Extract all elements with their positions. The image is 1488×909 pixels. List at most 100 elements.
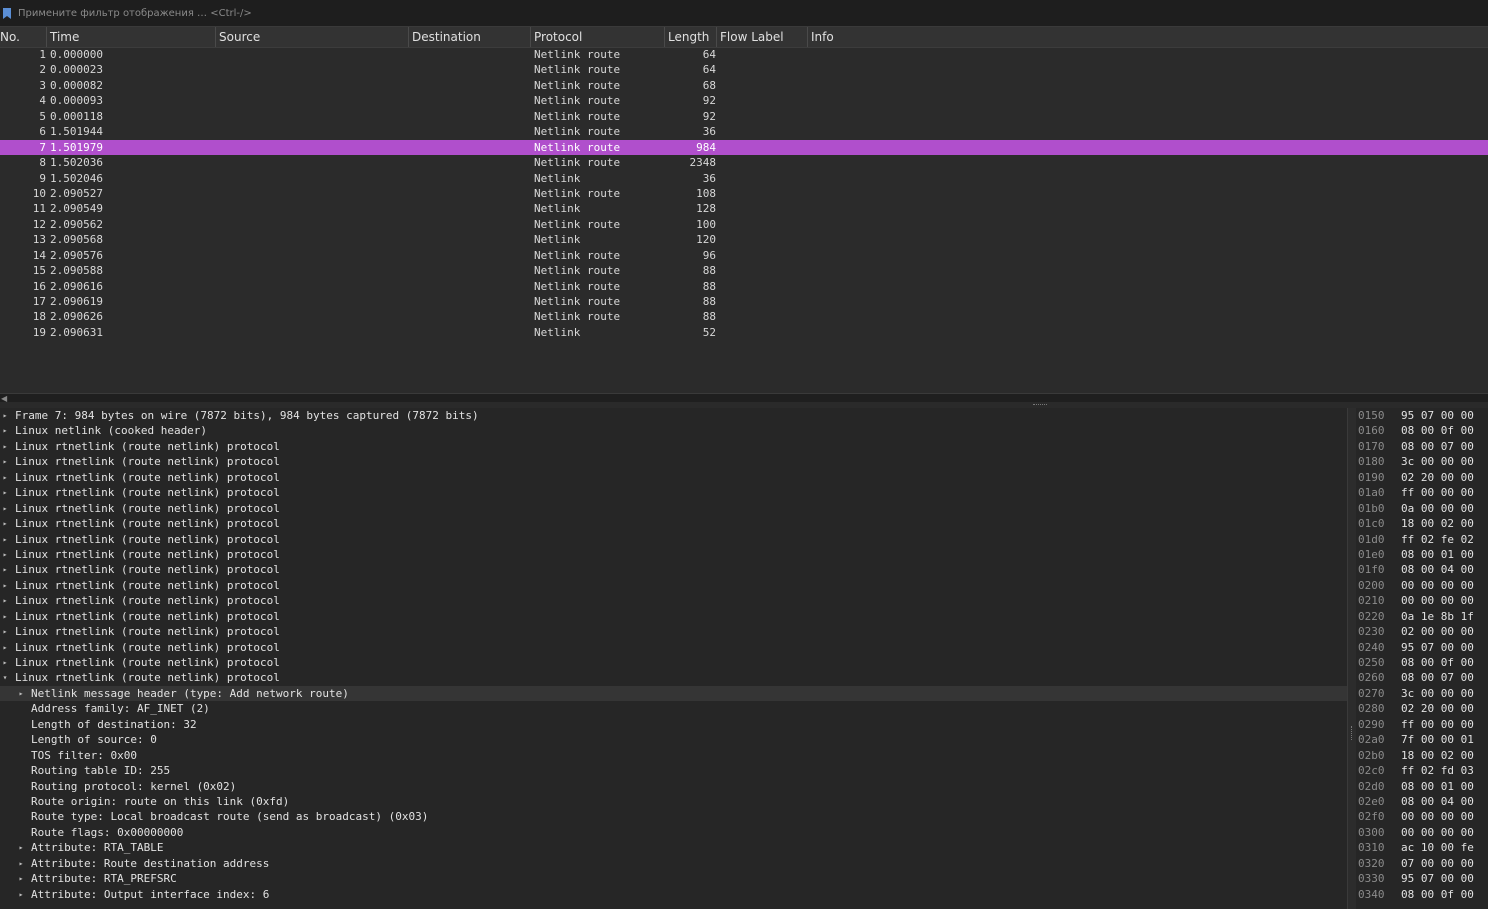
packet-row[interactable]: 2 0.000023 Netlink route 64 (0, 62, 1488, 77)
tree-item[interactable]: Route type: Local broadcast route (send … (0, 809, 1347, 824)
tree-item[interactable]: ▸ Linux rtnetlink (route netlink) protoco… (0, 501, 1347, 516)
packet-row[interactable]: 16 2.090616 Netlink route 88 (0, 279, 1488, 294)
tree-item[interactable]: ▸ Linux rtnetlink (route netlink) protoco… (0, 562, 1347, 577)
hex-bytes[interactable]: 00 00 00 00 (1401, 825, 1474, 841)
packet-row[interactable]: 15 2.090588 Netlink route 88 (0, 263, 1488, 278)
caret-right-icon[interactable]: ▸ (0, 485, 10, 501)
hex-bytes[interactable]: 95 07 00 00 (1401, 408, 1474, 424)
caret-right-icon[interactable]: ▸ (0, 501, 10, 517)
packet-row[interactable]: 10 2.090527 Netlink route 108 (0, 186, 1488, 201)
tree-item[interactable]: Route origin: route on this link (0xfd) (0, 794, 1347, 809)
tree-item[interactable]: ▸ Linux rtnetlink (route netlink) protoco… (0, 516, 1347, 531)
tree-item[interactable]: ▸ Linux rtnetlink (route netlink) protoco… (0, 624, 1347, 639)
tree-item[interactable]: ▸ Linux rtnetlink (route netlink) protoco… (0, 532, 1347, 547)
hex-bytes[interactable]: 08 00 07 00 (1401, 439, 1474, 455)
caret-right-icon[interactable]: ▸ (0, 562, 10, 578)
caret-right-icon[interactable]: ▸ (16, 840, 26, 856)
caret-right-icon[interactable]: ▸ (0, 532, 10, 548)
tree-item[interactable]: ▸ Linux rtnetlink (route netlink) protoco… (0, 593, 1347, 608)
tree-item[interactable]: ▸ Linux rtnetlink (route netlink) protoco… (0, 547, 1347, 562)
hex-bytes[interactable]: 08 00 0f 00 (1401, 655, 1474, 671)
bookmark-icon[interactable] (0, 0, 14, 26)
column-header-protocol[interactable]: Protocol (530, 27, 665, 47)
packet-row[interactable]: 18 2.090626 Netlink route 88 (0, 309, 1488, 324)
packet-row[interactable]: 19 2.090631 Netlink 52 (0, 325, 1488, 340)
caret-right-icon[interactable]: ▸ (0, 470, 10, 486)
tree-item[interactable]: Length of destination: 32 (0, 717, 1347, 732)
display-filter-input[interactable] (16, 3, 1488, 23)
column-header-no[interactable]: No. (0, 27, 46, 47)
hex-bytes[interactable]: 3c 00 00 00 (1401, 686, 1474, 702)
hex-bytes[interactable]: 00 00 00 00 (1401, 593, 1474, 609)
tree-item[interactable]: Address family: AF_INET (2) (0, 701, 1347, 716)
tree-item[interactable]: ▸ Linux rtnetlink (route netlink) protoco… (0, 655, 1347, 670)
caret-right-icon[interactable]: ▸ (0, 516, 10, 532)
tree-item[interactable]: ▸ Attribute: RTA_TABLE (0, 840, 1347, 855)
hex-bytes[interactable]: 08 00 04 00 (1401, 794, 1474, 810)
caret-right-icon[interactable]: ▸ (0, 640, 10, 656)
packet-row[interactable]: 11 2.090549 Netlink 128 (0, 201, 1488, 216)
tree-item[interactable]: ▸ Attribute: Output interface index: 6 (0, 887, 1347, 902)
hex-bytes[interactable]: 3c 00 00 00 (1401, 454, 1474, 470)
tree-item[interactable]: Routing protocol: kernel (0x02) (0, 779, 1347, 794)
tree-item[interactable]: TOS filter: 0x00 (0, 748, 1347, 763)
hex-bytes[interactable]: 08 00 04 00 (1401, 562, 1474, 578)
hex-bytes[interactable]: ff 02 fd 03 (1401, 763, 1474, 779)
hex-bytes[interactable]: 02 20 00 00 (1401, 701, 1474, 717)
caret-right-icon[interactable]: ▸ (16, 856, 26, 872)
caret-right-icon[interactable]: ▸ (0, 439, 10, 455)
tree-item[interactable]: ▸ Linux rtnetlink (route netlink) protoco… (0, 454, 1347, 469)
caret-right-icon[interactable]: ▸ (16, 871, 26, 887)
hex-bytes[interactable]: 00 00 00 00 (1401, 809, 1474, 825)
tree-item[interactable]: ▸ Linux rtnetlink (route netlink) protoco… (0, 609, 1347, 624)
pane-splitter-vertical[interactable] (1347, 408, 1356, 909)
packet-row[interactable]: 7 1.501979 Netlink route 984 (0, 139, 1488, 156)
column-header-time[interactable]: Time (46, 27, 216, 47)
packet-row[interactable]: 1 0.000000 Netlink route 64 (0, 47, 1488, 62)
packet-row[interactable]: 14 2.090576 Netlink route 96 (0, 248, 1488, 263)
hex-bytes[interactable]: ff 02 fe 02 (1401, 532, 1474, 548)
packet-row[interactable]: 3 0.000082 Netlink route 68 (0, 78, 1488, 93)
hex-bytes[interactable]: 95 07 00 00 (1401, 640, 1474, 656)
caret-right-icon[interactable]: ▸ (0, 578, 10, 594)
tree-item[interactable]: ▸ Linux rtnetlink (route netlink) protoco… (0, 439, 1347, 454)
caret-down-icon[interactable]: ▾ (0, 670, 10, 686)
tree-item[interactable]: ▸ Linux rtnetlink (route netlink) protoco… (0, 485, 1347, 500)
hex-bytes[interactable]: 7f 00 00 01 (1401, 732, 1474, 748)
packet-row[interactable]: 5 0.000118 Netlink route 92 (0, 109, 1488, 124)
hex-bytes[interactable]: ff 00 00 00 (1401, 485, 1474, 501)
packet-row[interactable]: 13 2.090568 Netlink 120 (0, 232, 1488, 247)
tree-item[interactable]: ▸ Frame 7: 984 bytes on wire (7872 bits),… (0, 408, 1347, 423)
hex-bytes[interactable]: 02 20 00 00 (1401, 470, 1474, 486)
caret-right-icon[interactable]: ▸ (0, 609, 10, 625)
caret-right-icon[interactable]: ▸ (0, 624, 10, 640)
column-header-flow-label[interactable]: Flow Label (716, 27, 808, 47)
tree-item[interactable]: ▾ Linux rtnetlink (route netlink) protoco… (0, 670, 1347, 685)
caret-right-icon[interactable]: ▸ (0, 547, 10, 563)
caret-right-icon[interactable]: ▸ (0, 593, 10, 609)
hex-bytes[interactable]: 18 00 02 00 (1401, 516, 1474, 532)
column-header-info[interactable]: Info (807, 27, 1488, 47)
column-header-source[interactable]: Source (215, 27, 409, 47)
packet-row[interactable]: 12 2.090562 Netlink route 100 (0, 217, 1488, 232)
hex-bytes[interactable]: 0a 1e 8b 1f (1401, 609, 1474, 625)
tree-item[interactable]: ▸ Netlink message header (type: Add netwo… (0, 685, 1347, 702)
caret-right-icon[interactable]: ▸ (0, 423, 10, 439)
tree-item[interactable]: ▸ Attribute: RTA_PREFSRC (0, 871, 1347, 886)
packet-row[interactable]: 4 0.000093 Netlink route 92 (0, 93, 1488, 108)
packet-row[interactable]: 6 1.501944 Netlink route 36 (0, 124, 1488, 139)
hex-bytes[interactable]: 08 00 0f 00 (1401, 423, 1474, 439)
hex-bytes[interactable]: 08 00 0f 00 (1401, 887, 1474, 903)
tree-item[interactable]: Route flags: 0x00000000 (0, 825, 1347, 840)
packet-row[interactable]: 9 1.502046 Netlink 36 (0, 171, 1488, 186)
hex-bytes[interactable]: 02 00 00 00 (1401, 624, 1474, 640)
hex-bytes[interactable]: 08 00 07 00 (1401, 670, 1474, 686)
caret-right-icon[interactable]: ▸ (0, 454, 10, 470)
column-header-destination[interactable]: Destination (408, 27, 531, 47)
caret-right-icon[interactable]: ▸ (16, 887, 26, 903)
tree-item[interactable]: ▸ Linux rtnetlink (route netlink) protoco… (0, 640, 1347, 655)
hex-bytes[interactable]: 0a 00 00 00 (1401, 501, 1474, 517)
tree-item[interactable]: Routing table ID: 255 (0, 763, 1347, 778)
caret-right-icon[interactable]: ▸ (0, 655, 10, 671)
hex-bytes[interactable]: 08 00 01 00 (1401, 779, 1474, 795)
